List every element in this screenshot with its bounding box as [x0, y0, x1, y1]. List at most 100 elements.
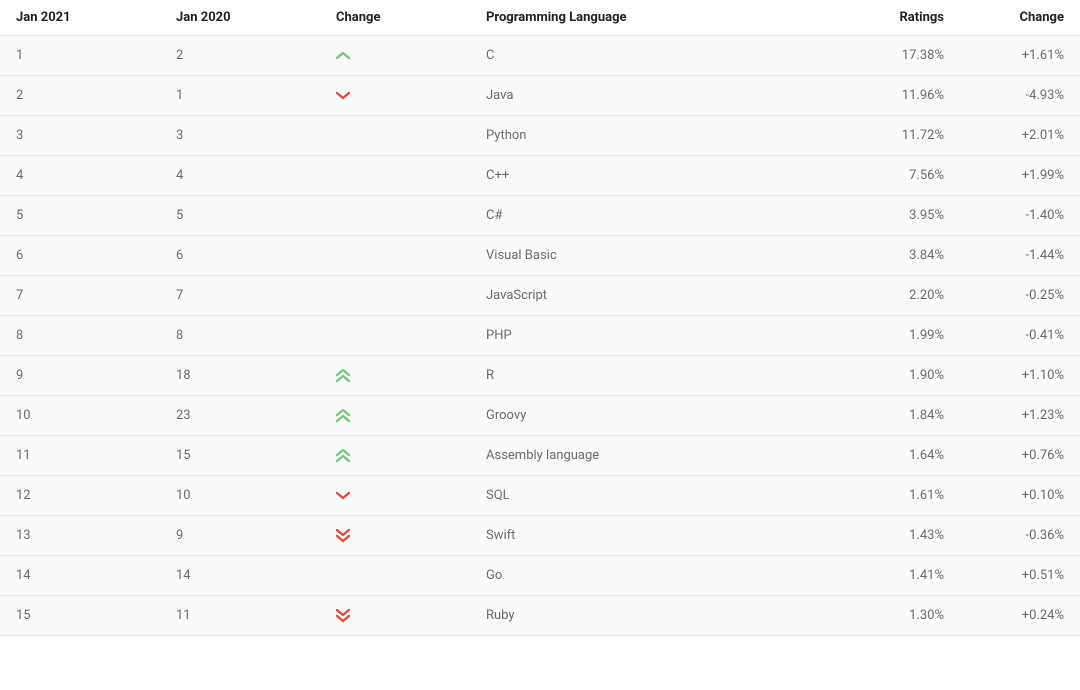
cell-ratings: 3.95%	[830, 196, 960, 236]
col-header-change-pct: Change	[960, 0, 1080, 36]
cell-change-dir	[320, 236, 470, 276]
chevron-down-icon	[336, 89, 350, 103]
ranking-table: Jan 2021 Jan 2020 Change Programming Lan…	[0, 0, 1080, 636]
cell-jan2021: 6	[0, 236, 160, 276]
table-header-row: Jan 2021 Jan 2020 Change Programming Lan…	[0, 0, 1080, 36]
cell-jan2021: 3	[0, 116, 160, 156]
cell-jan2020: 14	[160, 556, 320, 596]
table-body: 12C17.38%+1.61%21Java11.96%-4.93%33Pytho…	[0, 36, 1080, 636]
change-same-icon	[336, 249, 350, 263]
cell-jan2020: 18	[160, 356, 320, 396]
cell-jan2020: 9	[160, 516, 320, 556]
table-row: 33Python11.72%+2.01%	[0, 116, 1080, 156]
cell-jan2020: 11	[160, 596, 320, 636]
cell-language: Ruby	[470, 596, 830, 636]
chevron-up-icon	[336, 49, 350, 63]
cell-change-pct: +0.51%	[960, 556, 1080, 596]
cell-language: R	[470, 356, 830, 396]
cell-jan2021: 13	[0, 516, 160, 556]
cell-ratings: 1.41%	[830, 556, 960, 596]
cell-change-dir	[320, 516, 470, 556]
cell-jan2021: 5	[0, 196, 160, 236]
cell-ratings: 1.30%	[830, 596, 960, 636]
cell-change-pct: +1.61%	[960, 36, 1080, 76]
cell-jan2020: 5	[160, 196, 320, 236]
col-header-ratings: Ratings	[830, 0, 960, 36]
change-same-icon	[336, 289, 350, 303]
cell-ratings: 3.84%	[830, 236, 960, 276]
cell-change-dir	[320, 276, 470, 316]
cell-ratings: 1.64%	[830, 436, 960, 476]
cell-change-dir	[320, 316, 470, 356]
cell-language: Visual Basic	[470, 236, 830, 276]
cell-change-dir	[320, 196, 470, 236]
cell-language: C++	[470, 156, 830, 196]
col-header-language: Programming Language	[470, 0, 830, 36]
cell-jan2020: 10	[160, 476, 320, 516]
cell-jan2020: 3	[160, 116, 320, 156]
cell-jan2020: 15	[160, 436, 320, 476]
cell-jan2020: 4	[160, 156, 320, 196]
cell-language: C#	[470, 196, 830, 236]
table-row: 12 C17.38%+1.61%	[0, 36, 1080, 76]
cell-ratings: 11.72%	[830, 116, 960, 156]
col-header-jan2020: Jan 2020	[160, 0, 320, 36]
cell-jan2020: 8	[160, 316, 320, 356]
double-chevron-up-icon	[336, 449, 350, 463]
cell-change-dir	[320, 356, 470, 396]
change-same-icon	[336, 209, 350, 223]
double-chevron-down-icon	[336, 609, 350, 623]
cell-language: Java	[470, 76, 830, 116]
cell-change-dir	[320, 156, 470, 196]
cell-jan2021: 10	[0, 396, 160, 436]
cell-ratings: 1.61%	[830, 476, 960, 516]
cell-language: Go	[470, 556, 830, 596]
table-row: 139Swift1.43%-0.36%	[0, 516, 1080, 556]
cell-change-dir	[320, 596, 470, 636]
change-same-icon	[336, 329, 350, 343]
cell-language: C	[470, 36, 830, 76]
cell-jan2021: 7	[0, 276, 160, 316]
cell-change-pct: -0.41%	[960, 316, 1080, 356]
cell-jan2020: 2	[160, 36, 320, 76]
cell-language: Swift	[470, 516, 830, 556]
double-chevron-up-icon	[336, 369, 350, 383]
table-row: 1414Go1.41%+0.51%	[0, 556, 1080, 596]
cell-ratings: 17.38%	[830, 36, 960, 76]
cell-language: SQL	[470, 476, 830, 516]
cell-ratings: 1.84%	[830, 396, 960, 436]
table-row: 44 C++7.56%+1.99%	[0, 156, 1080, 196]
double-chevron-down-icon	[336, 529, 350, 543]
cell-change-pct: +1.99%	[960, 156, 1080, 196]
cell-jan2021: 12	[0, 476, 160, 516]
change-same-icon	[336, 129, 350, 143]
cell-change-dir	[320, 396, 470, 436]
table-row: 88PHP1.99%-0.41%	[0, 316, 1080, 356]
cell-change-pct: -0.36%	[960, 516, 1080, 556]
table-row: 66Visual Basic3.84%-1.44%	[0, 236, 1080, 276]
table-row: 918R1.90%+1.10%	[0, 356, 1080, 396]
table-row: 1511 Ruby1.30%+0.24%	[0, 596, 1080, 636]
cell-language: Assembly language	[470, 436, 830, 476]
table-row: 55 C#3.95%-1.40%	[0, 196, 1080, 236]
cell-change-pct: +0.76%	[960, 436, 1080, 476]
cell-change-pct: +2.01%	[960, 116, 1080, 156]
cell-ratings: 11.96%	[830, 76, 960, 116]
cell-jan2020: 1	[160, 76, 320, 116]
cell-change-dir	[320, 476, 470, 516]
cell-jan2020: 7	[160, 276, 320, 316]
table-row: 1023Groovy1.84%+1.23%	[0, 396, 1080, 436]
cell-change-dir	[320, 556, 470, 596]
cell-change-pct: +0.24%	[960, 596, 1080, 636]
cell-jan2021: 4	[0, 156, 160, 196]
cell-jan2021: 8	[0, 316, 160, 356]
cell-change-dir	[320, 436, 470, 476]
cell-change-pct: -1.40%	[960, 196, 1080, 236]
cell-change-pct: -0.25%	[960, 276, 1080, 316]
col-header-jan2021: Jan 2021	[0, 0, 160, 36]
cell-jan2021: 1	[0, 36, 160, 76]
cell-ratings: 1.90%	[830, 356, 960, 396]
cell-jan2021: 15	[0, 596, 160, 636]
change-same-icon	[336, 169, 350, 183]
cell-ratings: 7.56%	[830, 156, 960, 196]
